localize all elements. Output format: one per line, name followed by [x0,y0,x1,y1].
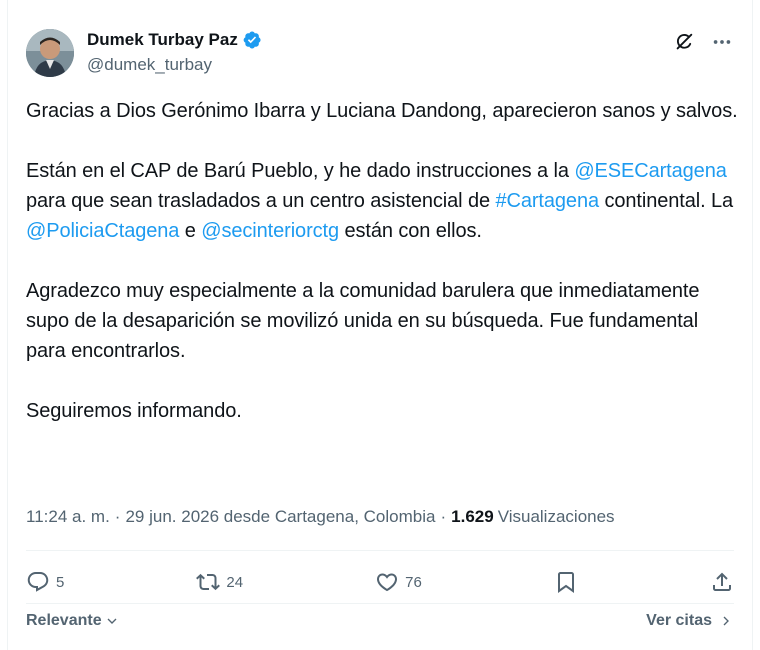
tweet-paragraph-2: Están en el CAP de Barú Pueblo, y he dad… [26,156,738,246]
reply-icon [27,572,49,592]
view-quotes-link[interactable]: Ver citas [646,612,734,630]
tweet-time[interactable]: 11:24 a. m. [26,507,110,527]
author-names: Dumek Turbay Paz @dumek_turbay [87,29,262,75]
reply-button[interactable]: 5 [26,570,64,594]
repost-count: 24 [226,573,244,591]
replies-controls: Relevante Ver citas [26,608,734,634]
like-count: 76 [405,573,422,591]
repost-icon [196,573,221,591]
tweet-card: Dumek Turbay Paz @dumek_turbay Gracias a… [7,0,753,650]
divider [26,550,734,551]
repost-button[interactable]: 24 [196,570,243,594]
views-count[interactable]: 1.629 [451,507,494,527]
chevron-right-icon [723,616,729,626]
tweet-paragraph-3: Agradezco muy especialmente a la comunid… [26,280,700,362]
mention-policiactagena[interactable]: @PoliciaCtagena [26,220,179,242]
sort-label: Relevante [26,612,102,629]
sort-replies-dropdown[interactable]: Relevante [26,612,120,630]
tweet-paragraph-1: Gracias a Dios Gerónimo Ibarra y Luciana… [26,100,738,122]
view-quotes-label: Ver citas [646,612,712,629]
verified-badge-icon [242,30,262,50]
tweet-meta: 11:24 a. m. · 29 jun. 2026 desde Cartage… [26,507,615,527]
tweet-header: Dumek Turbay Paz @dumek_turbay [26,20,734,80]
meta-separator: · [440,507,447,526]
mention-esecartagena[interactable]: @ESECartagena [574,160,727,182]
tweet-text: Gracias a Dios Gerónimo Ibarra y Luciana… [26,96,738,426]
grok-icon[interactable] [672,30,696,54]
tweet-text-segment: e [179,220,202,242]
tweet-text-segment: están con ellos. [339,220,482,242]
tweet-text-segment: continental. La [599,190,734,212]
tweet-text-segment: para que sean trasladados a un centro as… [26,190,496,212]
top-actions [672,30,734,54]
tweet-actions-bar: 5 24 76 [26,564,734,600]
more-options-icon[interactable] [710,30,734,54]
bookmark-button[interactable] [554,570,578,594]
heart-icon [377,573,398,592]
like-button[interactable]: 76 [375,570,422,594]
hashtag-cartagena[interactable]: #Cartagena [495,190,599,212]
meta-separator: · [114,507,121,526]
views-label: Visualizaciones [497,507,615,526]
author-name[interactable]: Dumek Turbay Paz [87,30,238,50]
author-handle[interactable]: @dumek_turbay [87,55,262,75]
tweet-paragraph-4: Seguiremos informando. [26,400,242,422]
share-button[interactable] [710,570,734,594]
divider [26,603,734,604]
mention-secinteriorctg[interactable]: @secinteriorctg [201,220,339,242]
author-avatar[interactable] [26,29,74,77]
chevron-down-icon [107,618,117,624]
share-icon [712,572,731,591]
bookmark-icon [557,572,574,593]
tweet-date-place[interactable]: 29 jun. 2026 desde Cartagena, Colombia [125,507,435,527]
reply-count: 5 [56,573,65,591]
tweet-text-segment: Están en el CAP de Barú Pueblo, y he dad… [26,160,575,182]
